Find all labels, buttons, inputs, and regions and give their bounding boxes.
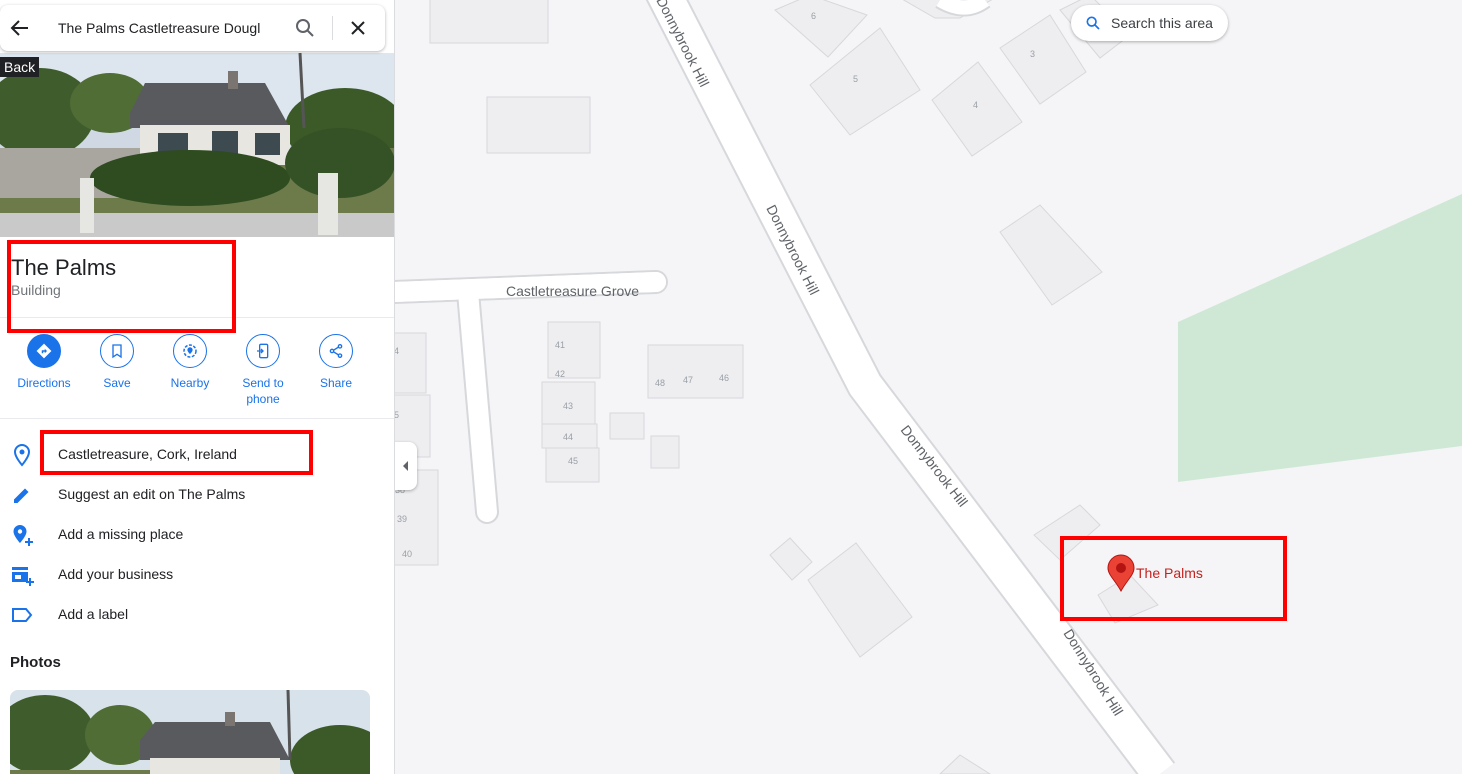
back-arrow-icon[interactable] <box>8 16 32 40</box>
nearby-label: Nearby <box>170 376 210 390</box>
label-icon <box>12 608 33 622</box>
photo-thumbnail[interactable] <box>10 690 370 774</box>
house-number: 6 <box>811 11 816 21</box>
share-icon <box>329 344 343 358</box>
house-number: 45 <box>568 456 578 466</box>
house-number: 43 <box>563 401 573 411</box>
directions-button[interactable]: Directions <box>7 334 81 391</box>
house-number: 46 <box>719 373 729 383</box>
add-business-row[interactable]: Add your business <box>0 554 394 594</box>
search-icon <box>1086 16 1100 30</box>
save-label: Save <box>103 376 131 390</box>
house-number: 44 <box>563 432 573 442</box>
search-bar[interactable]: The Palms Castletreasure Dougl <box>0 5 385 51</box>
address-highlight-box <box>40 430 313 475</box>
house-number: 47 <box>683 375 693 385</box>
location-pin-icon <box>13 443 31 467</box>
bookmark-icon <box>112 344 122 359</box>
house-number: 48 <box>655 378 665 388</box>
place-side-panel: Back The Palms Building Directions Save … <box>0 0 395 774</box>
add-label-text: Add a label <box>58 606 129 622</box>
map-highlight-box <box>1060 536 1287 621</box>
nearby-button[interactable]: Nearby <box>153 334 227 391</box>
back-tooltip: Back <box>0 57 40 77</box>
search-input[interactable]: The Palms Castletreasure Dougl <box>58 20 276 36</box>
place-hero-photo[interactable] <box>0 53 394 237</box>
share-button[interactable]: Share <box>299 334 373 391</box>
nearby-icon <box>183 344 197 358</box>
search-this-area-button[interactable]: Search this area <box>1071 5 1228 41</box>
title-highlight-box <box>7 240 236 333</box>
house-number: 39 <box>397 514 407 524</box>
pencil-icon <box>14 488 29 503</box>
road-label-castletreasure-grove: Castletreasure Grove <box>506 283 639 299</box>
house-number: 41 <box>555 340 565 350</box>
directions-label: Directions <box>17 376 71 390</box>
photo-image <box>10 690 370 774</box>
house-number: 3 <box>1030 49 1035 59</box>
add-missing-place-text: Add a missing place <box>58 526 184 542</box>
save-button[interactable]: Save <box>80 334 154 391</box>
house-number: 40 <box>402 549 412 559</box>
search-this-area-label: Search this area <box>1111 15 1213 31</box>
add-label-row[interactable]: Add a label <box>0 594 394 634</box>
search-icon[interactable] <box>293 16 317 40</box>
photos-heading: Photos <box>10 654 61 671</box>
divider <box>0 418 394 419</box>
house-number: 5 <box>853 74 858 84</box>
send-to-phone-button[interactable]: Send to phone <box>226 334 300 407</box>
house-number: 4 <box>973 100 978 110</box>
chevron-left-icon <box>403 461 408 471</box>
collapse-panel-button[interactable] <box>394 442 417 490</box>
suggest-edit-text: Suggest an edit on The Palms <box>58 486 246 502</box>
add-missing-place-row[interactable]: Add a missing place <box>0 514 394 554</box>
suggest-edit-row[interactable]: Suggest an edit on The Palms <box>0 474 394 514</box>
share-label: Share <box>319 376 353 390</box>
send-to-phone-label: Send to phone <box>242 376 284 406</box>
send-to-phone-icon <box>257 343 269 359</box>
directions-icon <box>36 343 52 359</box>
house-number: 42 <box>555 369 565 379</box>
add-location-icon <box>13 525 33 546</box>
add-business-text: Add your business <box>58 566 174 582</box>
search-divider <box>332 16 333 40</box>
hero-image <box>0 53 394 237</box>
add-business-icon <box>12 567 34 586</box>
close-icon[interactable] <box>346 16 370 40</box>
